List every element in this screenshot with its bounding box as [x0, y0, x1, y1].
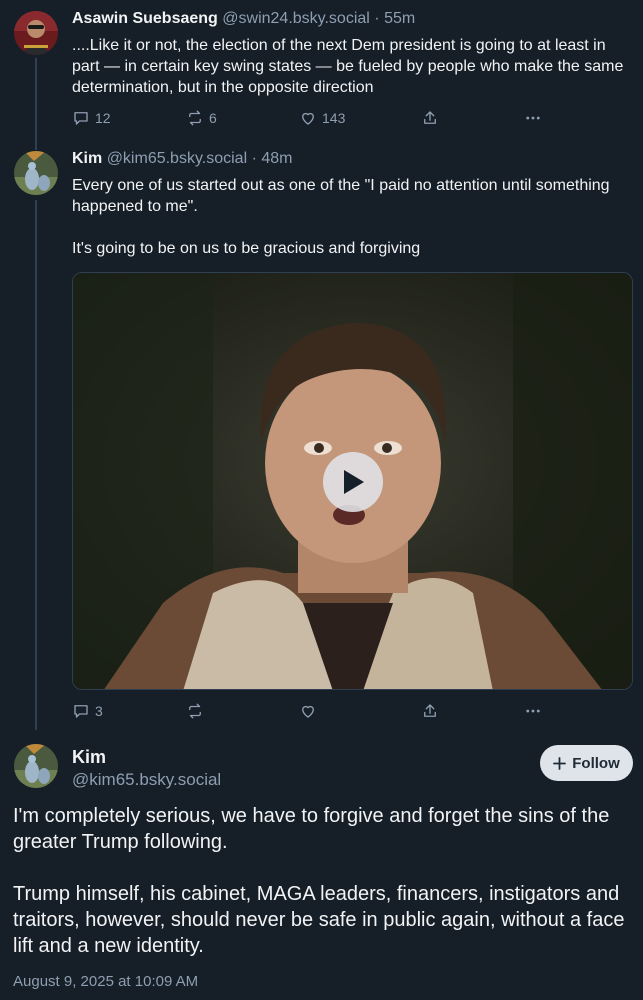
- like-count: 143: [322, 110, 346, 126]
- play-icon: [344, 470, 364, 494]
- more-button[interactable]: [524, 109, 542, 127]
- post-header: Kim @kim65.bsky.social · 48m: [72, 149, 292, 169]
- video-embed[interactable]: [72, 272, 633, 690]
- reply-icon: [74, 112, 88, 125]
- more-icon: [526, 709, 540, 713]
- share-button[interactable]: [421, 109, 439, 127]
- repost-icon: [189, 703, 201, 719]
- avatar[interactable]: [14, 744, 58, 788]
- share-icon: [424, 704, 436, 717]
- author-name[interactable]: Kim: [72, 747, 106, 768]
- author-handle[interactable]: @kim65.bsky.social: [72, 770, 221, 790]
- plus-icon: [553, 756, 567, 770]
- follow-button[interactable]: Follow: [540, 745, 633, 781]
- repost-count: 6: [209, 110, 217, 126]
- follow-label: Follow: [572, 754, 620, 772]
- post-kim-reply[interactable]: Kim @kim65.bsky.social · 48m Every one o…: [0, 140, 643, 730]
- more-button[interactable]: [524, 702, 542, 720]
- post-time[interactable]: 55m: [384, 10, 415, 27]
- author-name[interactable]: Asawin Suebsaeng: [72, 10, 218, 27]
- author-handle[interactable]: @kim65.bsky.social: [107, 150, 247, 167]
- like-icon: [302, 112, 314, 125]
- post-asawin[interactable]: Asawin Suebsaeng @swin24.bsky.social · 5…: [0, 0, 643, 140]
- post-actions: 12 6 143: [72, 107, 552, 131]
- play-button[interactable]: [323, 452, 383, 512]
- avatar[interactable]: [14, 11, 58, 55]
- separator-dot: ·: [251, 150, 257, 167]
- reply-button[interactable]: 3: [72, 702, 103, 720]
- avatar[interactable]: [14, 151, 58, 195]
- post-actions: 3: [72, 700, 552, 724]
- like-button[interactable]: 143: [299, 109, 345, 127]
- repost-button[interactable]: [186, 702, 204, 720]
- reply-button[interactable]: 12: [72, 109, 111, 127]
- author-name[interactable]: Kim: [72, 150, 102, 167]
- separator-dot: ·: [374, 10, 380, 27]
- main-post: Kim @kim65.bsky.social Follow I'm comple…: [0, 730, 643, 1000]
- reply-count: 12: [95, 110, 111, 126]
- like-button[interactable]: [299, 702, 317, 720]
- repost-icon: [189, 110, 201, 126]
- post-text: Every one of us started out as one of th…: [72, 177, 610, 257]
- post-header: Asawin Suebsaeng @swin24.bsky.social · 5…: [72, 9, 415, 29]
- post-time[interactable]: 48m: [261, 150, 292, 167]
- post-timestamp[interactable]: August 9, 2025 at 10:09 AM: [13, 973, 198, 990]
- repost-button[interactable]: 6: [186, 109, 217, 127]
- reply-icon: [74, 705, 88, 718]
- main-post-text: I'm completely serious, we have to forgi…: [13, 805, 625, 957]
- more-icon: [526, 116, 540, 120]
- post-text: ....Like it or not, the election of the …: [72, 37, 624, 96]
- like-icon: [302, 705, 314, 718]
- share-button[interactable]: [421, 702, 439, 720]
- reply-count: 3: [95, 703, 103, 719]
- author-handle[interactable]: @swin24.bsky.social: [222, 10, 370, 27]
- share-icon: [424, 111, 436, 124]
